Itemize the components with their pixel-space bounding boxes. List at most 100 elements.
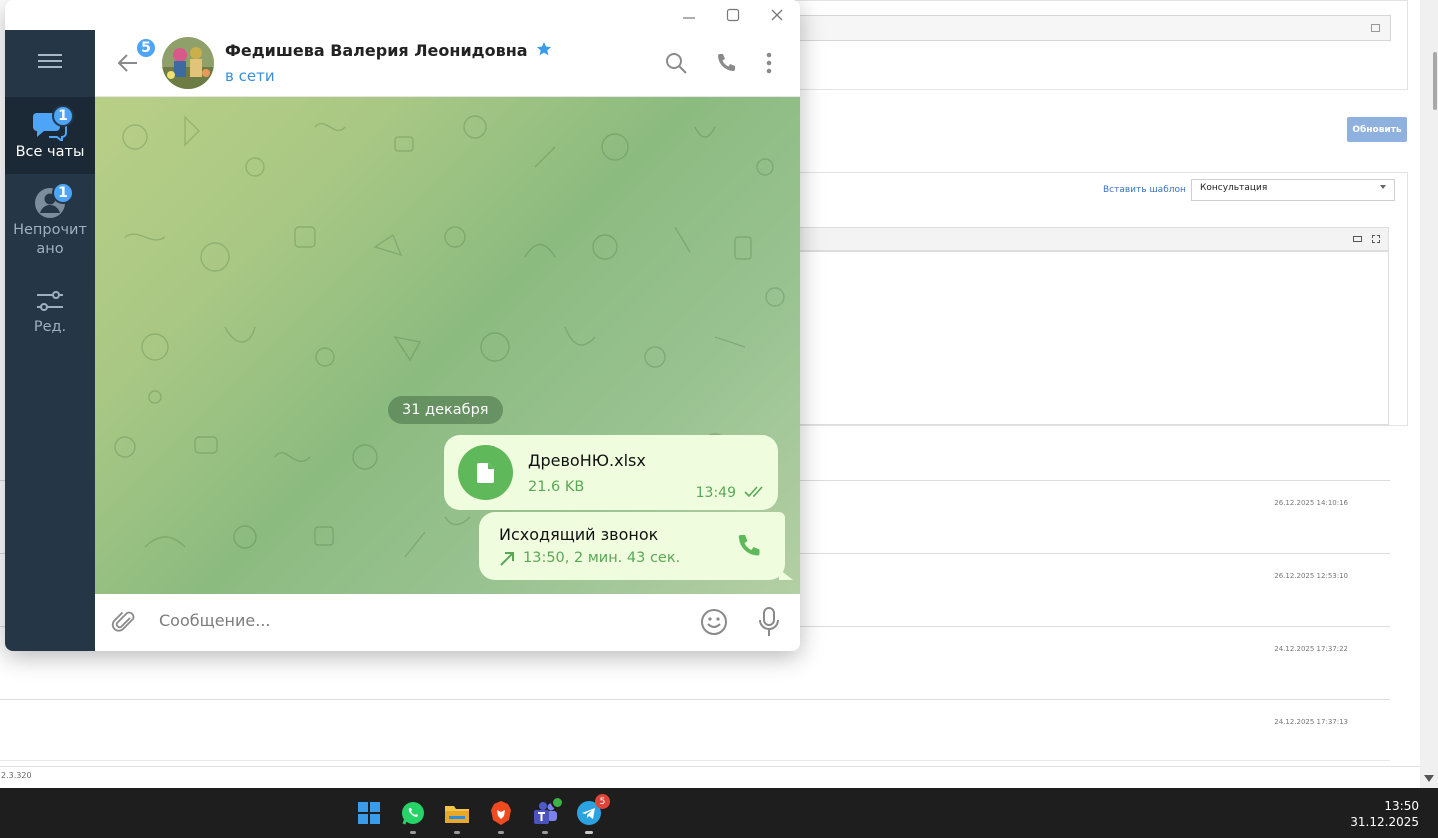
bg-date-field[interactable] <box>791 15 1391 41</box>
microphone-icon <box>759 607 779 636</box>
file-name: ДревоНЮ.xlsx <box>528 451 646 470</box>
phone-icon <box>718 54 735 71</box>
unread-badge: 1 <box>52 105 74 127</box>
compose-bar: Сообщение... <box>95 594 800 651</box>
message-input[interactable]: Сообщение... <box>159 611 271 630</box>
start-button[interactable] <box>354 798 384 828</box>
running-indicator <box>542 831 548 834</box>
chat-messages-area[interactable]: 31 декабря ДревоНЮ.xlsx 21.6 KB 13:49 Ис… <box>95 97 800 594</box>
avatar[interactable] <box>162 37 214 89</box>
star-icon <box>537 42 552 56</box>
phone-icon <box>738 534 760 556</box>
minimize-icon <box>683 17 695 19</box>
page-scrollbar[interactable] <box>1420 0 1438 788</box>
emoji-icon <box>701 609 727 635</box>
paperclip-icon <box>111 611 135 632</box>
window-titlebar[interactable] <box>95 0 800 30</box>
call-details: 13:50, 2 мин. 43 сек. <box>523 550 681 566</box>
running-indicator <box>454 831 460 834</box>
insert-template-link[interactable]: Вставить шаблон <box>1103 185 1186 195</box>
date-separator: 31 декабря <box>388 396 503 424</box>
folder-icon <box>445 806 469 823</box>
online-status: в сети <box>225 67 275 85</box>
update-button[interactable]: Обновить <box>1347 117 1407 142</box>
file-message-bubble[interactable]: ДревоНЮ.xlsx 21.6 KB 13:49 <box>444 435 778 510</box>
folder-edit[interactable]: Ред. <box>5 280 95 350</box>
file-download-button[interactable] <box>458 445 513 500</box>
template-select[interactable]: Консультация <box>1191 179 1395 201</box>
more-button[interactable] <box>756 50 782 76</box>
voice-button[interactable] <box>754 607 784 637</box>
chat-title[interactable]: Федишева Валерия Леонидовна <box>225 41 552 60</box>
more-vertical-icon <box>766 52 772 74</box>
scroll-down-icon[interactable] <box>1424 775 1434 782</box>
scrollbar-thumb[interactable] <box>1433 52 1437 110</box>
hamburger-menu-icon <box>38 54 62 68</box>
chevron-down-icon <box>1380 185 1386 189</box>
chat-header: 5 Федишева Валерия Леонидовна в сети <box>95 30 800 97</box>
back-unread-badge: 5 <box>135 37 157 59</box>
system-clock[interactable]: 13:50 31.12.2025 <box>1350 798 1419 830</box>
avatar-photo-icon <box>162 37 214 89</box>
bubble-tail <box>779 569 793 580</box>
close-button[interactable] <box>762 4 792 26</box>
search-icon <box>666 53 687 74</box>
outgoing-arrow-icon <box>500 552 514 566</box>
clock-date: 31.12.2025 <box>1350 815 1419 829</box>
template-select-value: Консультация <box>1200 183 1268 193</box>
chat-name-text: Федишева Валерия Леонидовна <box>225 41 528 60</box>
filters-edit-icon <box>37 291 63 311</box>
brave-icon <box>491 801 511 825</box>
file-size: 21.6 KB <box>528 479 585 495</box>
running-indicator <box>410 831 416 834</box>
taskbar-teams[interactable] <box>530 796 564 834</box>
keyboard-icon[interactable] <box>1353 236 1362 242</box>
folder-all-chats[interactable]: Все чаты 1 <box>5 97 95 174</box>
editor-textarea[interactable] <box>791 251 1389 425</box>
folder-edit-label: Ред. <box>33 319 67 335</box>
message-time: 13:49 <box>695 485 736 501</box>
attach-button[interactable] <box>109 607 139 637</box>
folders-sidebar: Все чаты 1 Непрочитано 1 Ред. <box>5 30 95 651</box>
calendar-icon <box>1371 24 1380 32</box>
telegram-window: Все чаты 1 Непрочитано 1 Ред. 5 Федишева… <box>5 0 800 651</box>
double-check-icon <box>744 486 763 498</box>
taskbar-whatsapp[interactable] <box>398 798 428 834</box>
version-label: 2.3.320 <box>0 766 1420 786</box>
folder-unread-label: Непрочитано <box>13 222 87 257</box>
row-timestamp: 24.12.2025 17:37:13 <box>1274 718 1348 726</box>
fullscreen-icon[interactable] <box>1372 235 1380 243</box>
menu-button[interactable] <box>38 52 62 70</box>
call-back-button[interactable] <box>735 533 761 563</box>
table-row[interactable]: 24.12.2025 17:37:13 <box>0 699 1390 761</box>
maximize-button[interactable] <box>718 4 748 26</box>
maximize-icon <box>726 8 740 22</box>
row-timestamp: 26.12.2025 14:10:16 <box>1274 499 1348 507</box>
windows-start-icon <box>358 802 380 824</box>
telegram-badge: 5 <box>595 794 610 809</box>
bg-top-panel <box>790 0 1408 90</box>
taskbar-brave[interactable] <box>486 798 516 834</box>
running-indicator <box>585 831 593 834</box>
call-message-bubble[interactable]: Исходящий звонок 13:50, 2 мин. 43 сек. <box>479 512 785 580</box>
taskbar-telegram[interactable]: 5 <box>574 794 610 834</box>
editor-toolbar <box>791 227 1389 251</box>
whatsapp-icon <box>402 802 424 825</box>
taskbar: 5 13:50 31.12.2025 <box>0 788 1438 838</box>
folder-unread[interactable]: Непрочитано 1 <box>5 180 95 266</box>
bg-editor-panel: Вставить шаблон Консультация <box>790 172 1408 426</box>
row-timestamp: 26.12.2025 12:53:10 <box>1274 572 1348 580</box>
file-icon <box>476 462 494 483</box>
minimize-button[interactable] <box>674 4 704 26</box>
unread-badge: 1 <box>52 182 74 204</box>
close-icon <box>771 9 783 21</box>
call-button[interactable] <box>713 50 739 76</box>
running-indicator <box>498 831 504 834</box>
taskbar-file-explorer[interactable] <box>442 798 472 834</box>
clock-time: 13:50 <box>1384 799 1419 813</box>
search-button[interactable] <box>663 50 689 76</box>
status-available-icon <box>551 796 564 809</box>
emoji-button[interactable] <box>699 607 729 637</box>
call-title: Исходящий звонок <box>499 525 659 544</box>
row-timestamp: 24.12.2025 17:37:22 <box>1274 645 1348 653</box>
